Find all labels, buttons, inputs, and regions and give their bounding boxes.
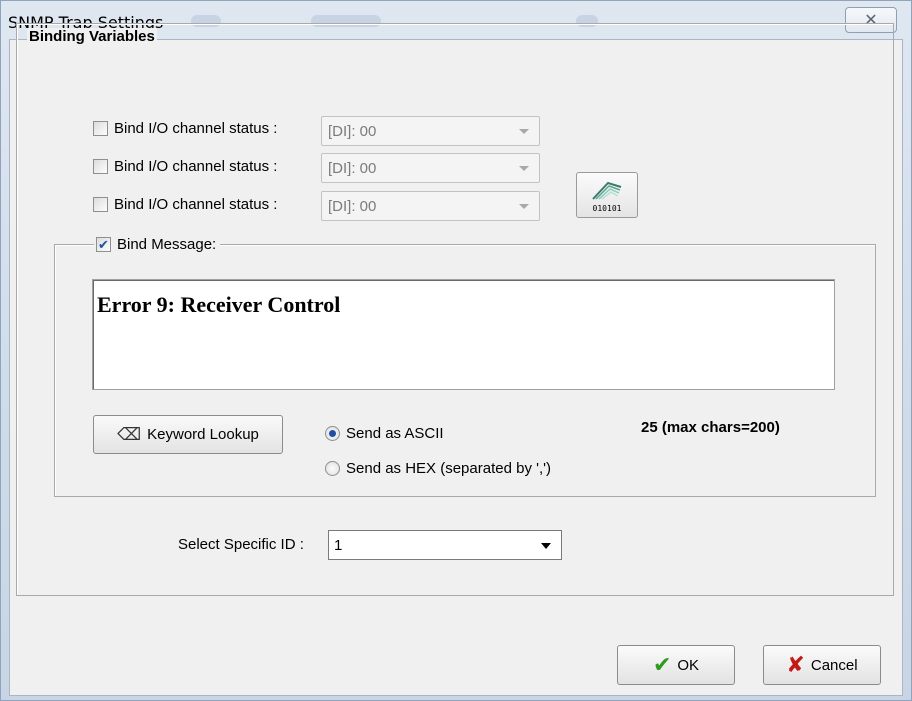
eraser-icon: ⌫ bbox=[117, 424, 142, 444]
cancel-button[interactable]: ✘ Cancel bbox=[763, 645, 881, 685]
bind-channel-label: Bind I/O channel status : bbox=[114, 158, 278, 175]
check-icon: ✔ bbox=[652, 652, 672, 677]
bind-channel-checkbox[interactable] bbox=[93, 197, 108, 212]
char-count: 25 (max chars=200) bbox=[641, 419, 780, 436]
binding-variables-legend: Binding Variables bbox=[27, 28, 157, 45]
keyword-lookup-button[interactable]: ⌫ Keyword Lookup bbox=[93, 415, 283, 454]
bind-channel-row: Bind I/O channel status : bbox=[93, 158, 277, 175]
chevron-down-icon bbox=[519, 166, 529, 171]
chevron-down-icon bbox=[519, 204, 529, 209]
channel-select-value: [DI]: 00 bbox=[328, 197, 377, 215]
channel-select[interactable]: [DI]: 00 bbox=[321, 153, 540, 183]
binary-icon-text: 010101 bbox=[592, 204, 622, 213]
channel-select-value: [DI]: 00 bbox=[328, 159, 377, 177]
send-hex-label: Send as HEX (separated by ',') bbox=[346, 460, 551, 477]
message-textarea[interactable]: Error 9: Receiver Control bbox=[92, 279, 835, 390]
snmp-trap-settings-window: SNMP Trap Settings ✕ Binding Variables B… bbox=[0, 0, 912, 701]
bind-channel-label: Bind I/O channel status : bbox=[114, 196, 278, 213]
send-ascii-radio[interactable] bbox=[325, 426, 340, 441]
channel-select-value: [DI]: 00 bbox=[328, 122, 377, 140]
send-ascii-option[interactable]: Send as ASCII bbox=[325, 425, 444, 442]
chevron-down-icon bbox=[541, 543, 551, 549]
x-icon: ✘ bbox=[786, 652, 805, 677]
channel-select[interactable]: [DI]: 00 bbox=[321, 191, 540, 221]
bind-channel-checkbox[interactable] bbox=[93, 121, 108, 136]
keyword-lookup-label: Keyword Lookup bbox=[147, 426, 259, 443]
bind-channel-checkbox[interactable] bbox=[93, 159, 108, 174]
send-hex-radio[interactable] bbox=[325, 461, 340, 476]
ok-label: OK bbox=[677, 656, 700, 674]
bind-message-row: ✔ Bind Message: bbox=[94, 236, 221, 253]
bind-message-label: Bind Message: bbox=[117, 236, 217, 253]
ok-button[interactable]: ✔ OK bbox=[617, 645, 735, 685]
bind-channel-label: Bind I/O channel status : bbox=[114, 120, 278, 137]
binary-data-icon bbox=[592, 181, 622, 200]
chevron-down-icon bbox=[519, 129, 529, 134]
bind-message-checkbox[interactable]: ✔ bbox=[96, 237, 111, 252]
channel-select[interactable]: [DI]: 00 bbox=[321, 116, 540, 146]
binary-data-button[interactable]: 010101 bbox=[576, 172, 638, 218]
specific-id-select[interactable]: 1 bbox=[328, 530, 562, 560]
specific-id-label: Select Specific ID : bbox=[178, 536, 304, 553]
cancel-label: Cancel bbox=[810, 656, 858, 674]
send-ascii-label: Send as ASCII bbox=[346, 425, 444, 442]
specific-id-value: 1 bbox=[334, 536, 343, 554]
bind-channel-row: Bind I/O channel status : bbox=[93, 196, 277, 213]
bind-channel-row: Bind I/O channel status : bbox=[93, 120, 277, 137]
send-hex-option[interactable]: Send as HEX (separated by ',') bbox=[325, 460, 551, 477]
